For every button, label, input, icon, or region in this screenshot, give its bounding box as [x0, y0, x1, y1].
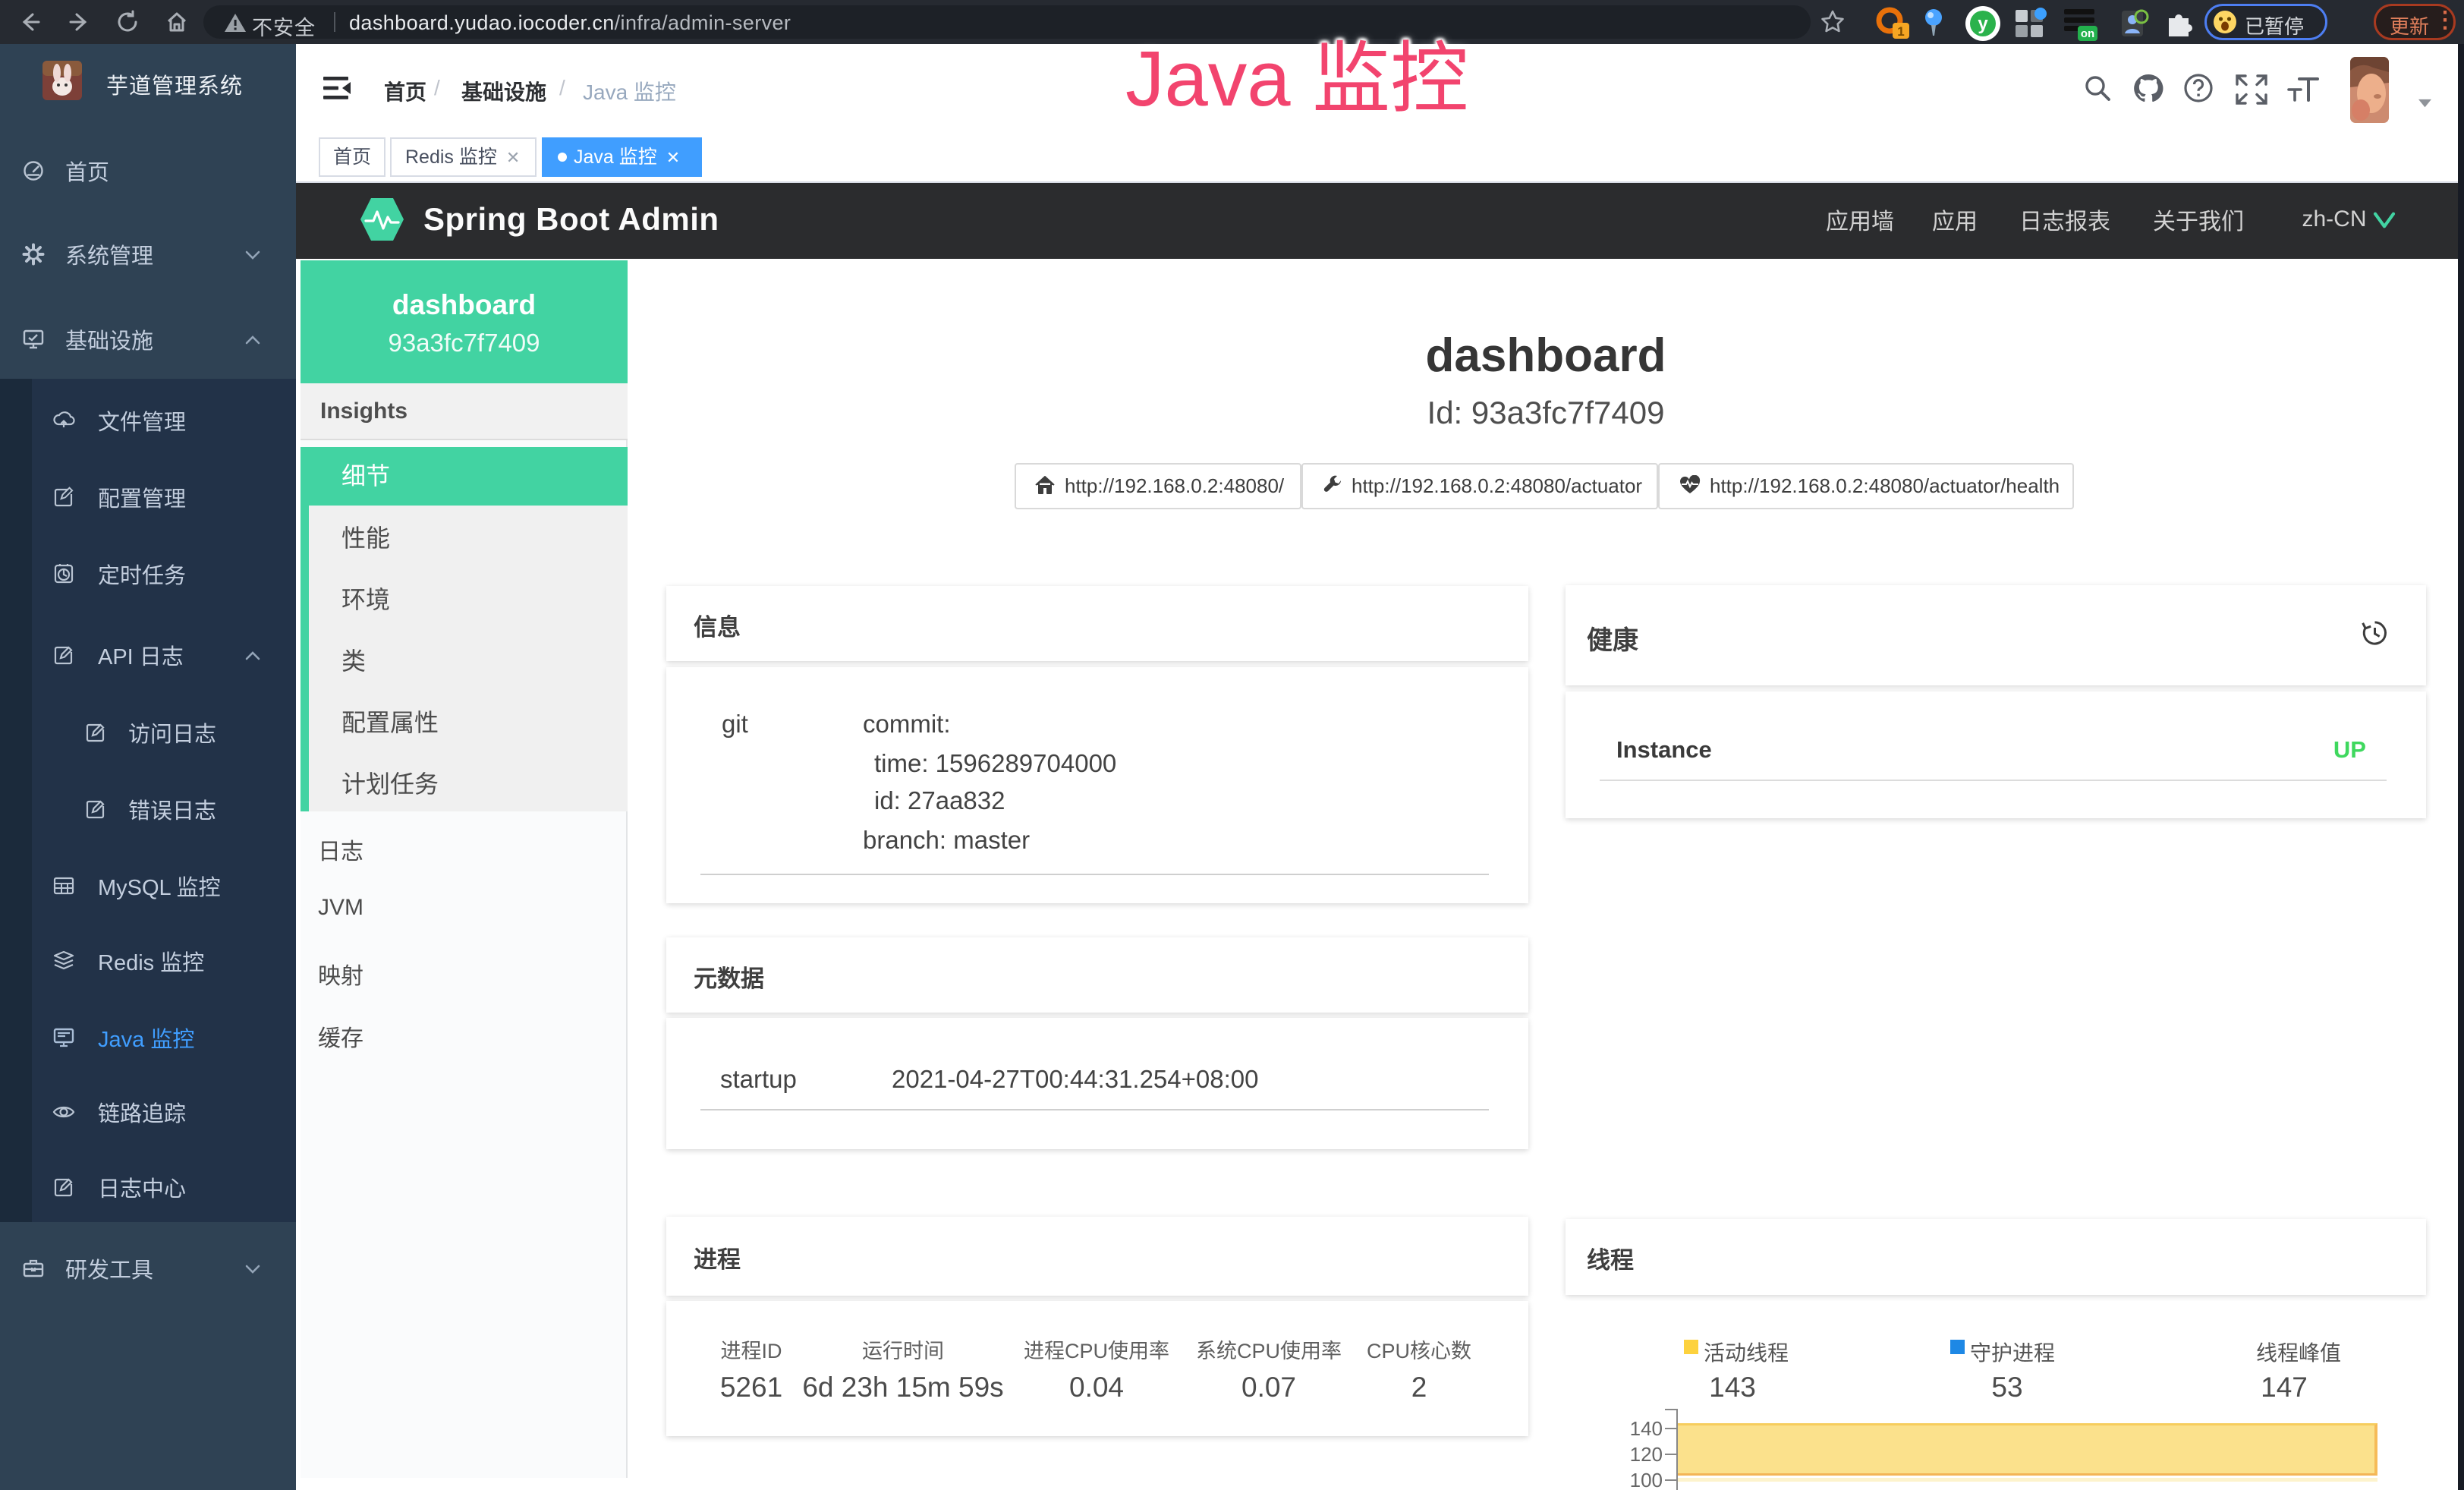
svg-text:on: on — [2081, 27, 2094, 40]
svg-text:1: 1 — [1897, 24, 1904, 39]
svg-text:y: y — [1978, 14, 1988, 34]
